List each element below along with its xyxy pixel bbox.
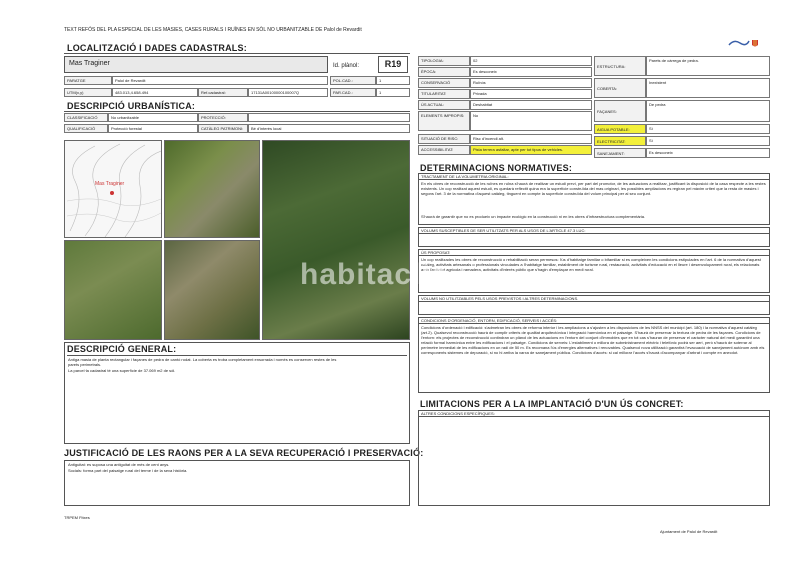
- volums-box: VOLUMS SUSCEPTIBLES DE SER UTILITZATS PE…: [418, 227, 770, 247]
- cadastral-map: Mas Traginer: [64, 140, 162, 238]
- tipologia-value: Pista terrera asfaltar, apte per tot tip…: [470, 145, 592, 155]
- tractament-text2: S'haurà de garantir que no es produeix u…: [421, 214, 646, 219]
- polcad-label: POL.CAD.:: [330, 76, 376, 85]
- refcad-label: Ref.cadastral:: [198, 88, 248, 97]
- tipologia-label: ELEMENTS IMPROPIS:: [418, 111, 470, 131]
- tipologia-label: ACCESSIBILITAT:: [418, 145, 470, 155]
- caracteristica-value: Es desconeix: [646, 148, 770, 158]
- descripcio-general-text1: Antiga masia de planta rectangular i faç…: [68, 357, 337, 367]
- cataleg-label: CATÀLEG PATRIMONI:: [198, 124, 248, 133]
- tipologia-value: Ruïnós: [470, 78, 592, 88]
- caracteristica-label: ELECTRICITAT:: [594, 136, 646, 146]
- urbanistica-heading: DESCRIPCIÓ URBANÍSTICA:: [67, 101, 196, 111]
- tipologia-value: No: [470, 111, 592, 131]
- justificacio-text2: Socials: forma part del paisatge rural d…: [68, 468, 188, 473]
- tipologia-label: ÚS ACTUAL:: [418, 100, 470, 110]
- id-plan-label: Id. plànol:: [333, 63, 360, 69]
- caracteristica-label: ESTRUCTURA:: [594, 56, 646, 76]
- ruin-photo-2: [164, 240, 260, 340]
- tipologia-label: TIPOLOGIA:: [418, 56, 470, 66]
- condicions-box: CONDICIONS D'ORDENACIÓ, ENTORN, EDIFICAC…: [418, 317, 770, 393]
- divider: [64, 111, 410, 112]
- caracteristica-label: FAÇANES:: [594, 100, 646, 122]
- divider: [64, 53, 410, 54]
- descripcio-general-box: DESCRIPCIÓ GENERAL: Antiga masia de plan…: [64, 342, 410, 444]
- tipologia-label: CONSERVACIÓ: [418, 78, 470, 88]
- proteccio-label: PROTECCIÓ:: [198, 113, 248, 122]
- justificacio-text1: Antiguitat: es suposa una antiguitat de …: [68, 462, 170, 467]
- id-plan-value: R19: [378, 56, 408, 73]
- parcad-value: 1: [376, 88, 410, 97]
- utm-label: UTM(x,y): [64, 88, 112, 97]
- property-name: Mas Traginer: [64, 56, 328, 73]
- classificacio-label: CLASSIFICACIÓ: [64, 113, 108, 122]
- us-proposat-text: Un cop realitzades les obres de reconstr…: [421, 257, 761, 272]
- condicions-text: Condicions d'ordenació i edificació: s'a…: [421, 325, 765, 355]
- localitzacio-heading: LOCALITZACIÓ I DADES CADASTRALS:: [67, 43, 247, 53]
- limitacions-heading: LIMITACIONS PER A LA IMPLANTACIÓ D'UN ÚS…: [420, 399, 684, 409]
- map-label: Mas Traginer: [95, 181, 125, 187]
- refcad-value: 17131A00100000100007Q: [248, 88, 328, 97]
- determinacions-heading: DETERMINACIONS NORMATIVES:: [420, 163, 573, 173]
- qualificacio-label: QUALIFICACIÓ: [64, 124, 108, 133]
- caracteristica-value: De pedra: [646, 100, 770, 122]
- caracteristica-value: Sí: [646, 136, 770, 146]
- paratge-value: Palol de Revardit: [112, 76, 328, 85]
- utm-value: 483.013,4.658.494: [112, 88, 198, 97]
- tipologia-value: Privada: [470, 89, 592, 99]
- watermark: habitaclia: [300, 258, 449, 291]
- tipologia-value: Risc d'incendi alt.: [470, 134, 592, 144]
- footer-right: Ajuntament de Palol de Revardit: [660, 529, 718, 534]
- limitacions-box: ALTRES CONDICIONS ESPECÍFIQUES:: [418, 410, 770, 506]
- tipologia-label: SITUACIÓ DE RISC:: [418, 134, 470, 144]
- parcad-label: PAR.CAD.:: [330, 88, 376, 97]
- ruin-photo-1: [164, 140, 260, 238]
- caracteristica-value: Sí: [646, 124, 770, 134]
- forest-photo: [64, 240, 162, 340]
- caracteristica-value: Parets de càrrega de pedra.: [646, 56, 770, 76]
- document-title: TEXT REFÓS DEL PLA ESPECIAL DE LES MASIE…: [64, 27, 362, 33]
- caracteristica-label: SANEJAMENT:: [594, 148, 646, 158]
- caracteristica-label: AIGUA POTABLE:: [594, 124, 646, 134]
- coat-of-arms-icon: [752, 35, 758, 47]
- paratge-label: PARATGE: [64, 76, 112, 85]
- tractament-text: En els obres de reconstrucció de les ruï…: [421, 181, 766, 196]
- classificacio-value: No urbanitzable: [108, 113, 198, 122]
- footer-left: TRPEM Fitxes: [64, 515, 90, 520]
- tractament-box: TRACTAMENT DE LA VOLUMETRIA ORIGINAL: En…: [418, 173, 770, 225]
- no-utilitzables-box: VOLUMS NO UTILITZABLES PELS USOS PREVIST…: [418, 295, 770, 315]
- descripcio-general-text2: La parcel·la cadastral té una superfície…: [68, 368, 176, 373]
- tipologia-label: TITULARITAT:: [418, 89, 470, 99]
- municipality-logo: [728, 35, 750, 46]
- polcad-value: 1: [376, 76, 410, 85]
- proteccio-value: [248, 113, 410, 122]
- tipologia-value: Es desconeix: [470, 67, 592, 77]
- caracteristica-value: Inexistent: [646, 78, 770, 98]
- ruin-photo-main: [262, 140, 410, 340]
- justificacio-box: Antiguitat: es suposa una antiguitat de …: [64, 460, 410, 506]
- qualificacio-value: Protecció forestal: [108, 124, 198, 133]
- justificacio-heading: JUSTIFICACIÓ DE LES RAONS PER A LA SEVA …: [64, 448, 424, 458]
- tipologia-value: Deshabitat: [470, 100, 592, 110]
- cataleg-value: Bé d'interès local: [248, 124, 410, 133]
- us-proposat-box: ÚS PROPOSAT: Un cop realitzades les obre…: [418, 249, 770, 293]
- tipologia-label: ÈPOCA:: [418, 67, 470, 77]
- descripcio-general-heading: DESCRIPCIÓ GENERAL:: [67, 344, 177, 354]
- tipologia-value: 02: [470, 56, 592, 66]
- caracteristica-label: COBERTA:: [594, 78, 646, 98]
